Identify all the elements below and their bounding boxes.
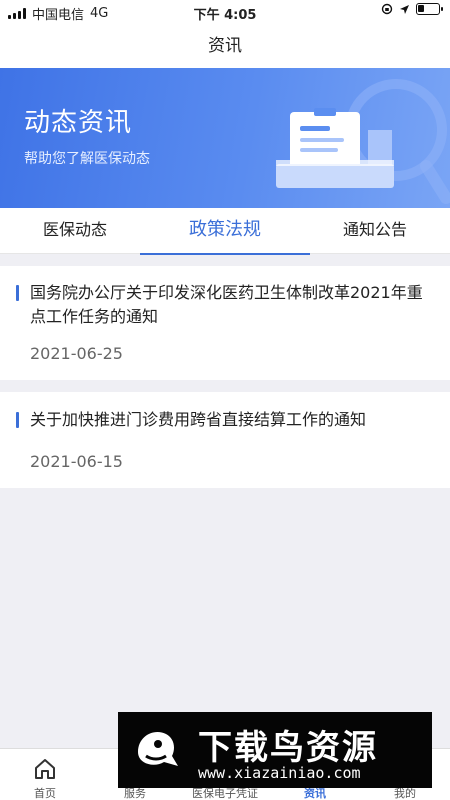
article-card[interactable]: 国务院办公厅关于印发深化医药卫生体制改革2021年重点工作任务的通知 2021-… bbox=[0, 266, 450, 380]
watermark: 下载鸟资源 www.xiazainiao.com bbox=[118, 712, 432, 788]
page-title: 资讯 bbox=[0, 24, 450, 68]
status-right bbox=[381, 3, 443, 15]
tabbar-home-label: 首页 bbox=[34, 787, 56, 800]
tab-policy-label: 政策法规 bbox=[189, 219, 261, 240]
banner: 动态资讯 帮助您了解医保动态 bbox=[0, 68, 450, 208]
watermark-url: www.xiazainiao.com bbox=[198, 764, 361, 782]
tab-bar-top: 医保动态 政策法规 通知公告 bbox=[0, 208, 450, 255]
banner-subtitle: 帮助您了解医保动态 bbox=[24, 151, 150, 167]
article-date: 2021-06-15 bbox=[30, 452, 123, 471]
home-icon bbox=[35, 759, 55, 779]
tabbar-home[interactable]: 首页 bbox=[0, 749, 90, 800]
tab-medical-news[interactable]: 医保动态 bbox=[0, 208, 150, 254]
article-date: 2021-06-25 bbox=[30, 344, 123, 363]
article-accent-bar bbox=[16, 412, 19, 428]
tab-notices[interactable]: 通知公告 bbox=[300, 208, 450, 254]
article-title: 关于加快推进门诊费用跨省直接结算工作的通知 bbox=[30, 410, 367, 429]
tab-policy[interactable]: 政策法规 bbox=[140, 208, 310, 255]
bird-logo-icon bbox=[138, 732, 178, 766]
document-tray-magnifier-icon bbox=[276, 79, 450, 204]
status-bar: 中国电信 4G 下午 4:05 bbox=[0, 0, 450, 24]
active-tab-underline bbox=[140, 253, 310, 255]
banner-title: 动态资讯 bbox=[24, 108, 133, 138]
location-arrow-icon bbox=[400, 4, 409, 14]
article-title: 国务院办公厅关于印发深化医药卫生体制改革2021年重点工作任务的通知 bbox=[30, 283, 423, 326]
watermark-name: 下载鸟资源 bbox=[198, 728, 378, 768]
article-card[interactable]: 关于加快推进门诊费用跨省直接结算工作的通知 2021-06-15 bbox=[0, 392, 450, 488]
lock-rotation-icon bbox=[381, 3, 393, 15]
article-accent-bar bbox=[16, 285, 19, 301]
battery-icon bbox=[416, 3, 443, 15]
